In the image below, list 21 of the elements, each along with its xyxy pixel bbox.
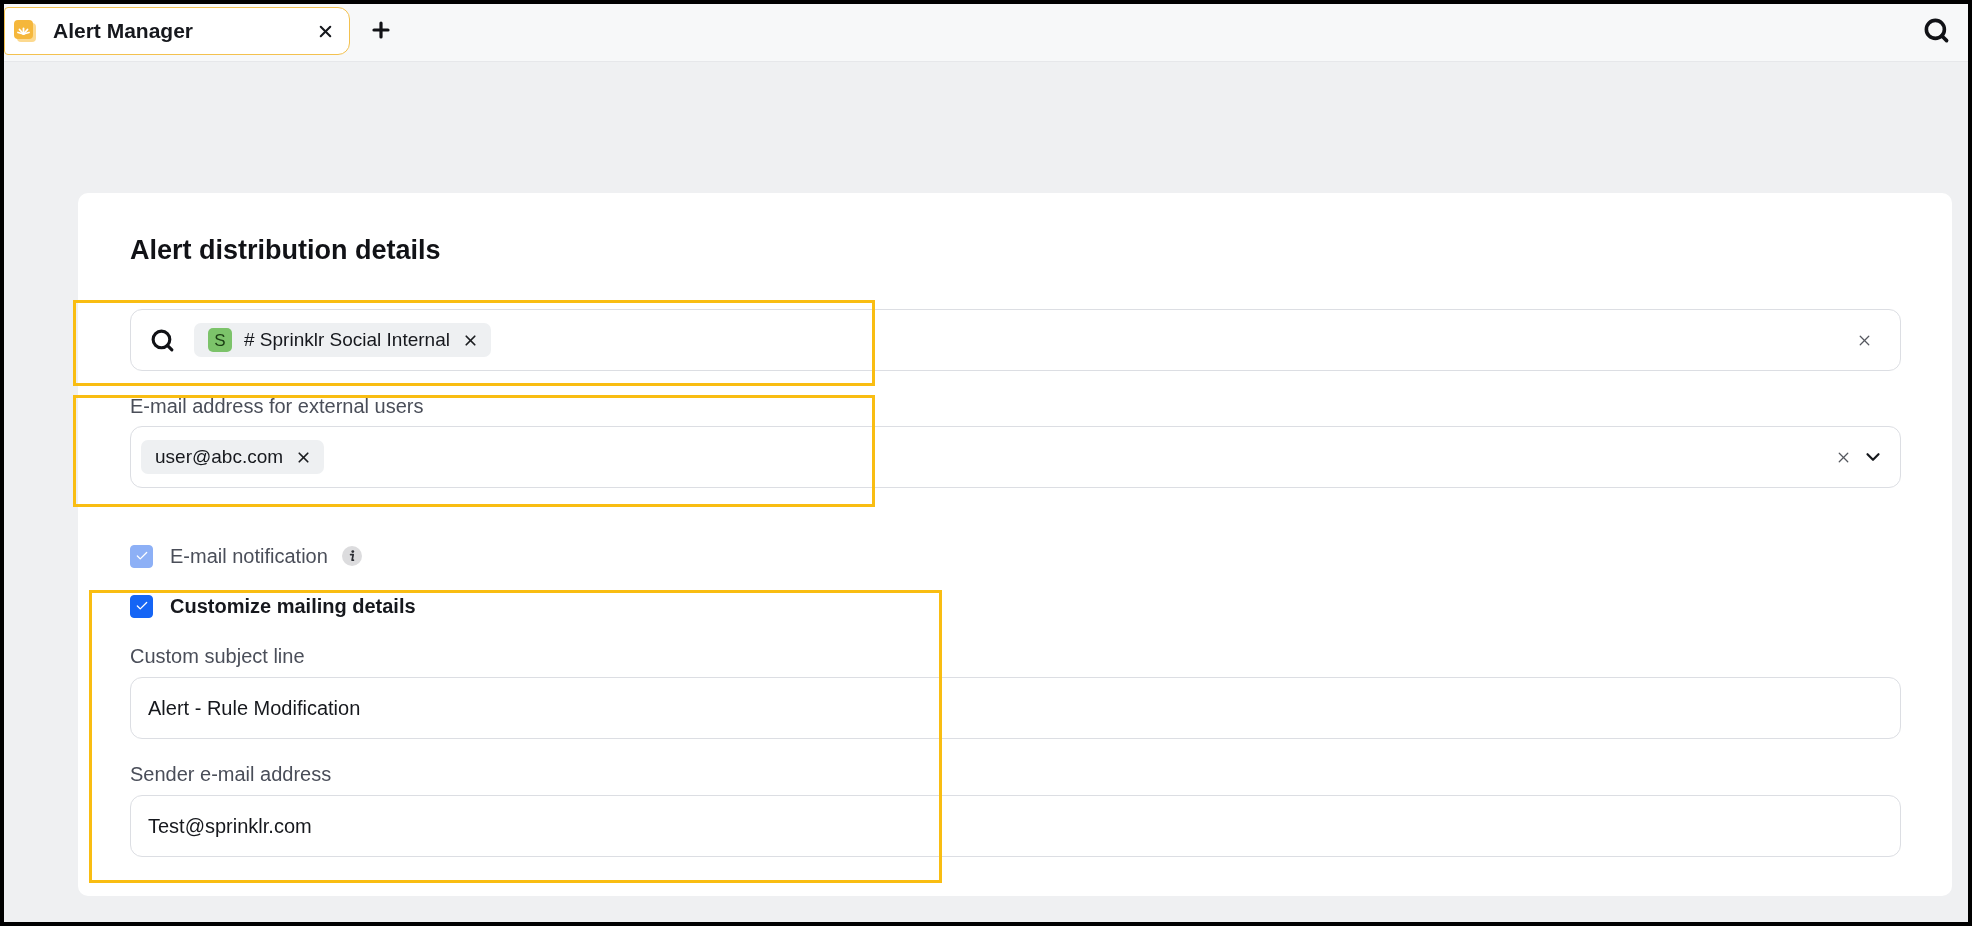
check-icon — [134, 549, 149, 563]
section-title: Alert distribution details — [130, 234, 442, 267]
search-tags-field[interactable]: S # Sprinklr Social Internal — [130, 309, 1901, 371]
chip-label: user@abc.com — [155, 444, 284, 469]
text-field[interactable]: Test@sprinklr.com — [130, 795, 1901, 857]
checkbox-label: Customize mailing details — [170, 594, 416, 618]
field-label: Custom subject line — [130, 644, 306, 668]
search-button[interactable] — [1922, 16, 1950, 44]
checkbox[interactable] — [130, 594, 153, 618]
checkbox-label: E-mail notification — [170, 544, 328, 568]
text-field[interactable]: Alert - Rule Modification — [130, 677, 1901, 739]
tab[interactable]: Alert Manager — [4, 7, 350, 55]
app-logo-icon — [14, 20, 36, 42]
email-tags-field[interactable]: user@abc.com — [130, 426, 1901, 488]
search-icon — [150, 327, 175, 353]
search-icon — [1922, 16, 1950, 44]
field-label: E-mail address for external users — [130, 394, 425, 418]
channel-avatar: S — [208, 328, 232, 352]
chip-label: # Sprinklr Social Internal — [244, 327, 450, 352]
field-label: Sender e-mail address — [130, 762, 333, 786]
check-icon — [134, 599, 149, 613]
